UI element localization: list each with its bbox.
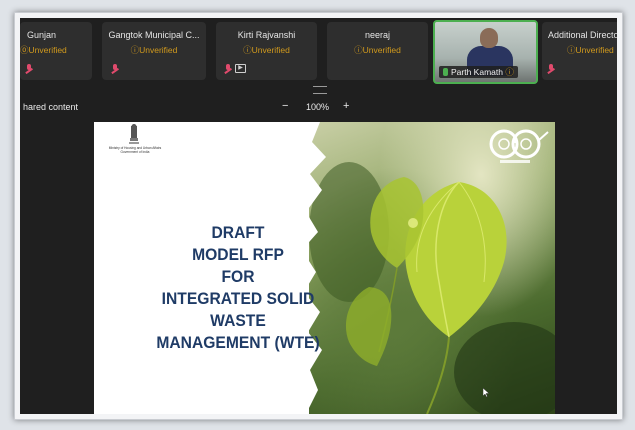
participant-tile-additional-director[interactable]: Additional Directo ⓘUnverified: [542, 22, 617, 80]
participant-tile-gangtok[interactable]: Gangtok Municipal C... ⓘUnverified: [102, 22, 206, 80]
unverified-icon: ⓘ: [502, 67, 514, 77]
participant-tile-kirti[interactable]: Kirti Rajvanshi ⓘUnverified ▶: [216, 22, 317, 80]
participant-name: neeraj: [364, 30, 391, 40]
unverified-icon: ⓘ: [567, 45, 576, 55]
unverified-status: ⓘUnverified: [567, 45, 614, 55]
slide-title-line: INTEGRATED SOLID: [161, 289, 315, 308]
zoom-level: 100%: [306, 102, 330, 112]
participant-name: Kirti Rajvanshi: [237, 30, 296, 40]
participant-tile-gunjan[interactable]: Gunjan ⓪Unverified: [20, 22, 92, 80]
national-emblem-icon: [129, 124, 139, 144]
ministry-caption: Ministry of Housing and Urban Affairs Go…: [102, 146, 168, 154]
mouse-pointer-icon: [483, 388, 489, 397]
participant-tile-neeraj[interactable]: neeraj ⓘUnverified: [327, 22, 428, 80]
screenshot-frame: Gunjan ⓪Unverified Gangtok Municipal C..…: [14, 12, 623, 420]
participant-name: Additional Directo: [548, 30, 617, 40]
slide-title-line: DRAFT: [211, 223, 265, 242]
unverified-status: ⓪Unverified: [20, 45, 67, 55]
participant-name: Gunjan: [27, 30, 57, 40]
slide-title-line: FOR: [221, 267, 255, 286]
shared-slide: Ministry of Housing and Urban Affairs Go…: [94, 122, 555, 414]
active-mic-icon: [443, 68, 448, 76]
unverified-status: ⓘUnverified: [354, 45, 401, 55]
zoom-out-button[interactable]: −: [282, 100, 288, 112]
shared-content-title: hared content: [23, 102, 79, 112]
slide-title-line: MODEL RFP: [192, 245, 284, 264]
government-name: Government of India: [120, 150, 150, 154]
muted-mic-icon: [26, 64, 32, 73]
participant-name: Gangtok Municipal C...: [108, 30, 200, 40]
slide-title: DRAFT MODEL RFP FOR INTEGRATED SOLID WAS…: [128, 222, 349, 354]
zoom-in-button[interactable]: +: [343, 100, 349, 112]
participant-strip: Gunjan ⓪Unverified Gangtok Municipal C..…: [20, 18, 617, 84]
shared-content-toolbar: hared content − 100% +: [20, 100, 617, 116]
slide-title-line: MANAGEMENT (WTE): [156, 333, 320, 352]
participant-tile-parth-video[interactable]: Parth Kamath ⓘ: [433, 20, 538, 84]
screen-share-icon: ▶: [235, 64, 246, 73]
unverified-icon: ⓪: [20, 45, 29, 55]
resize-handle[interactable]: [313, 86, 327, 94]
muted-mic-icon: [112, 64, 118, 73]
swachh-bharat-logo: [489, 129, 549, 163]
slide-title-line: WASTE: [210, 311, 266, 330]
unverified-status: ⓘUnverified: [243, 45, 290, 55]
unverified-icon: ⓘ: [243, 45, 252, 55]
unverified-icon: ⓘ: [130, 45, 140, 55]
meeting-window: Gunjan ⓪Unverified Gangtok Municipal C..…: [20, 18, 617, 414]
muted-mic-icon: [225, 64, 231, 73]
unverified-status: ⓘUnverified: [130, 45, 178, 55]
unverified-icon: ⓘ: [354, 45, 363, 55]
video-person-head: [480, 28, 498, 48]
muted-mic-icon: [548, 64, 554, 73]
participant-name-label: Parth Kamath ⓘ: [439, 66, 518, 78]
